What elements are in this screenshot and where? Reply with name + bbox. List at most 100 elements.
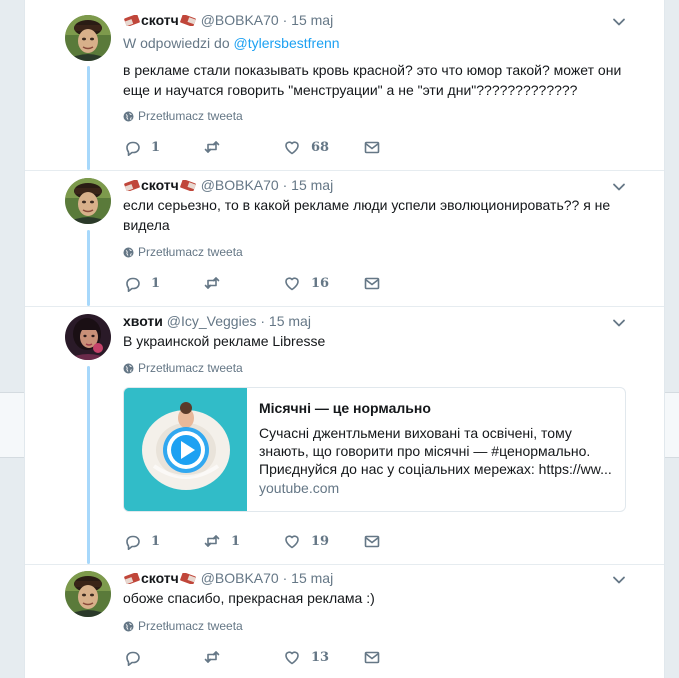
handle[interactable]: @Icy_Veggies (167, 313, 257, 329)
tweet-text-line: обоже спасибо, прекрасная реклама :) (123, 590, 375, 606)
chevron-down-icon[interactable] (612, 573, 626, 587)
display-name[interactable]: скотч (141, 177, 179, 193)
play-icon[interactable] (162, 426, 210, 474)
globe-icon (123, 110, 134, 122)
translate-label: Przetłumacz tweeta (138, 361, 243, 375)
reply-context: W odpowiedzi do @tylersbestfrenn (123, 35, 340, 51)
avatar[interactable] (65, 571, 111, 617)
link-preview-title: Місячні — це нормально (259, 400, 431, 416)
retweet-button[interactable] (203, 138, 231, 156)
retweet-icon (204, 141, 220, 153)
tweet-header: скотч @BOBKA70 · 15 maj (123, 11, 333, 29)
tweet-actions: 1 16 (123, 274, 423, 296)
display-name[interactable]: скотч (141, 12, 179, 28)
translate-label: Przetłumacz tweeta (138, 109, 243, 123)
retweet-button[interactable] (203, 274, 231, 292)
avatar[interactable] (65, 178, 111, 224)
retweet-button[interactable]: 1 (203, 532, 240, 550)
link-preview-description: Сучасні джентльмени виховані та освічені… (259, 424, 617, 478)
tweet-text: обоже спасибо, прекрасная реклама :) (123, 588, 623, 608)
reply-button[interactable]: 1 (123, 274, 160, 292)
tweet-actions: 1 68 (123, 138, 423, 160)
tweet-actions: 13 (123, 648, 423, 670)
reply-count: 1 (151, 139, 161, 155)
translate-link[interactable]: Przetłumacz tweeta (123, 619, 243, 633)
chevron-down-icon[interactable] (612, 180, 626, 194)
direct-message-button[interactable] (363, 274, 381, 292)
translate-link[interactable]: Przetłumacz tweeta (123, 245, 243, 259)
like-button[interactable]: 19 (283, 532, 329, 550)
translate-link[interactable]: Przetłumacz tweeta (123, 109, 243, 123)
chevron-down-icon[interactable] (612, 15, 626, 29)
tweet[interactable]: скотч @BOBKA70 · 15 maj W odpowiedzi do … (25, 0, 664, 170)
tweet-actions: 1 1 19 (123, 532, 423, 554)
handle[interactable]: @BOBKA70 (201, 570, 279, 586)
globe-icon (123, 620, 134, 632)
like-count: 19 (311, 533, 330, 549)
reply-icon (126, 277, 140, 292)
conversation-panel: скотч @BOBKA70 · 15 maj W odpowiedzi do … (24, 0, 665, 678)
like-count: 13 (311, 649, 330, 665)
chocolate-emoji-icon (124, 180, 140, 191)
tweet-header: скотч @BOBKA70 · 15 maj (123, 176, 333, 194)
like-button[interactable]: 68 (283, 138, 329, 156)
direct-message-button[interactable] (363, 648, 381, 666)
link-preview-body: Місячні — це нормально Сучасні джентльме… (259, 400, 617, 496)
link-preview-description-line: Сучасні джентльмени виховані та освічені… (259, 425, 572, 441)
envelope-icon (364, 535, 380, 548)
retweet-icon (204, 651, 220, 663)
reply-icon (126, 535, 140, 550)
display-name[interactable]: скотч (141, 570, 179, 586)
heart-icon (285, 535, 299, 549)
reply-button[interactable]: 1 (123, 532, 160, 550)
tweet[interactable]: скотч @BOBKA70 · 15 maj обоже спасибо, п… (25, 564, 664, 678)
reply-icon (126, 651, 140, 666)
tweet-text: если серьезно, то в какой рекламе люди у… (123, 195, 623, 235)
timestamp[interactable]: · 15 maj (283, 570, 334, 586)
direct-message-button[interactable] (363, 532, 381, 550)
avatar[interactable] (65, 15, 111, 61)
reply-button[interactable]: 1 (123, 138, 160, 156)
translate-label: Przetłumacz tweeta (138, 245, 243, 259)
reply-prefix: W odpowiedzi do (123, 35, 230, 51)
handle[interactable]: @BOBKA70 (201, 177, 279, 193)
tweet-text-line: еще и научатся говорить "менструации" а … (123, 82, 578, 98)
like-button[interactable]: 13 (283, 648, 329, 666)
link-preview-domain: youtube.com (259, 480, 340, 496)
direct-message-button[interactable] (363, 138, 381, 156)
link-preview-description-line: знають, що говорити про місячні — #ценор… (259, 443, 591, 459)
reply-count: 1 (151, 275, 161, 291)
globe-icon (123, 246, 134, 258)
handle[interactable]: @BOBKA70 (201, 12, 279, 28)
like-button[interactable]: 16 (283, 274, 329, 292)
avatar[interactable] (65, 314, 111, 360)
reply-icon (126, 141, 140, 156)
retweet-icon (204, 535, 220, 547)
tweet-text-line: если серьезно, то в какой рекламе люди у… (123, 197, 611, 213)
retweet-button[interactable] (203, 648, 231, 666)
link-preview-card[interactable]: Місячні — це нормально Сучасні джентльме… (123, 387, 626, 512)
chocolate-emoji-icon (124, 573, 140, 584)
heart-icon (285, 277, 299, 291)
heart-icon (285, 651, 299, 665)
envelope-icon (364, 651, 380, 664)
timestamp[interactable]: · 15 maj (260, 313, 311, 329)
chocolate-emoji-icon (179, 15, 196, 26)
link-preview-description-line: Приєднуйся до нас у соціальних мережах: … (259, 461, 612, 477)
tweet-header: скотч @BOBKA70 · 15 maj (123, 569, 333, 587)
tweet-header: хвоти @Icy_Veggies · 15 maj (123, 312, 311, 330)
timestamp[interactable]: · 15 maj (283, 177, 334, 193)
translate-label: Przetłumacz tweeta (138, 619, 243, 633)
chevron-down-icon[interactable] (612, 316, 626, 330)
reply-to-link[interactable]: @tylersbestfrenn (234, 35, 340, 51)
translate-link[interactable]: Przetłumacz tweeta (123, 361, 243, 375)
timestamp[interactable]: · 15 maj (283, 12, 334, 28)
tweet-text: в рекламе стали показывать кровь красной… (123, 60, 623, 100)
like-count: 16 (311, 275, 330, 291)
display-name[interactable]: хвоти (123, 313, 163, 329)
tweet[interactable]: скотч @BOBKA70 · 15 maj если серьезно, т… (25, 170, 664, 306)
reply-button[interactable] (123, 648, 151, 666)
chocolate-emoji-icon (124, 15, 140, 26)
reply-count: 1 (151, 533, 161, 549)
like-count: 68 (311, 139, 330, 155)
